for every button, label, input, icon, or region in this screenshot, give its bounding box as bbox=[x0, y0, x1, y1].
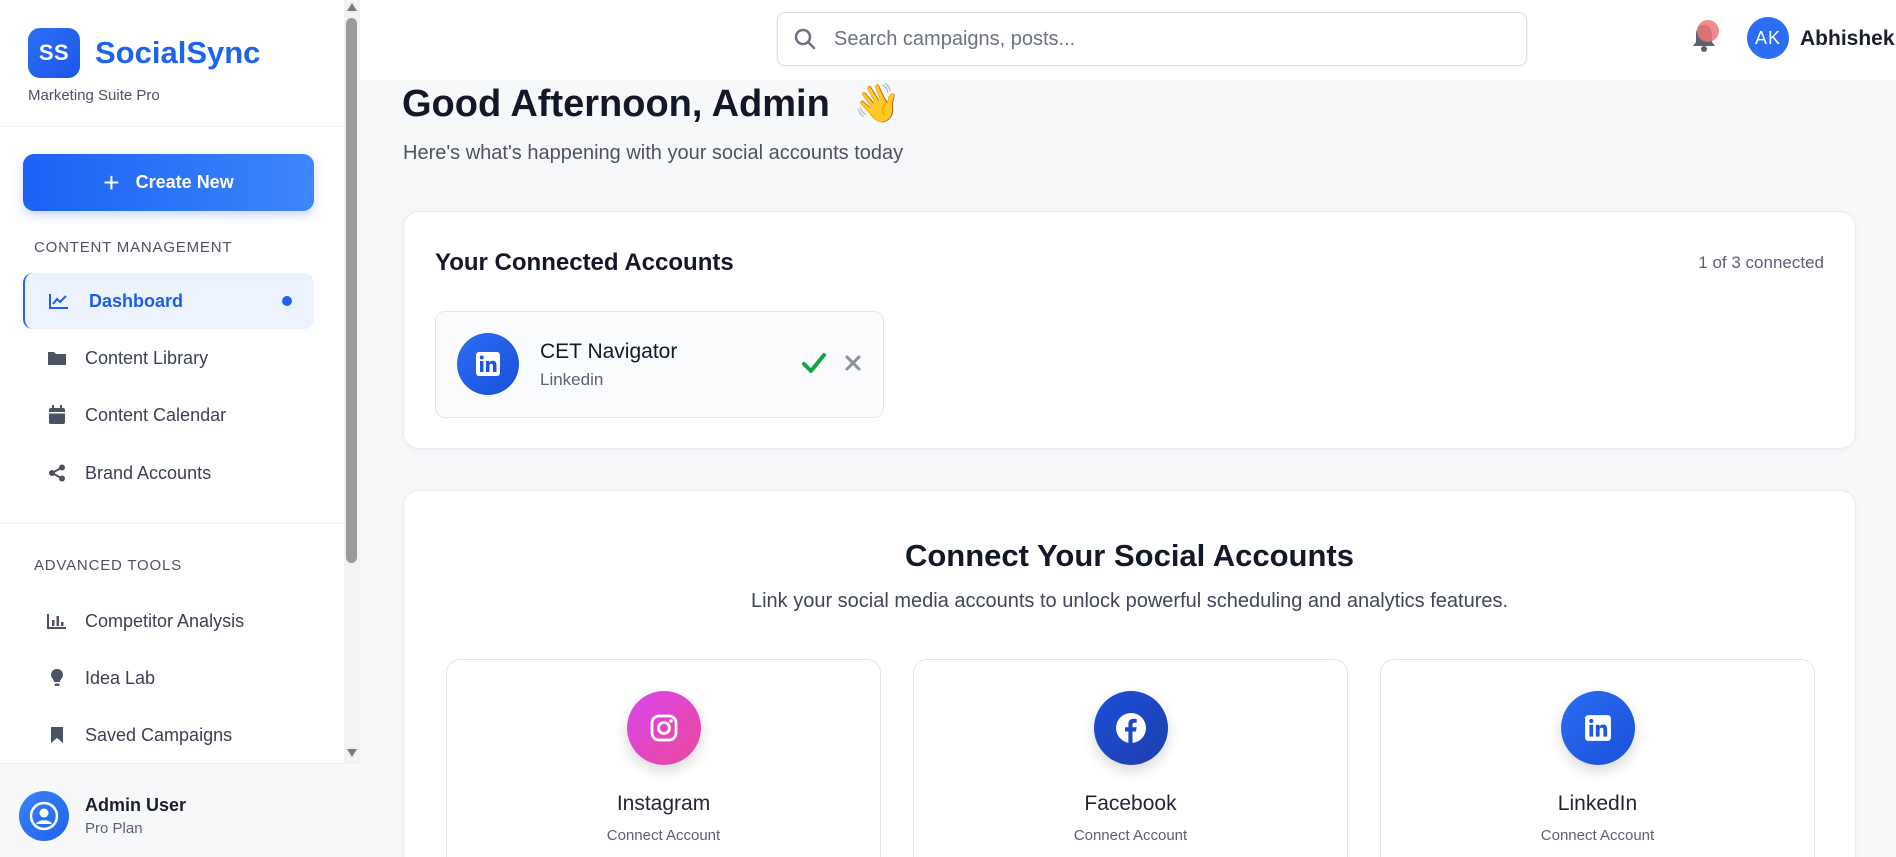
sidebar-scrollbar-thumb[interactable] bbox=[346, 18, 357, 563]
account-platform: Linkedin bbox=[540, 370, 604, 389]
sidebar-item-label: Competitor Analysis bbox=[85, 610, 245, 631]
connected-accounts-card: Your Connected Accounts 1 of 3 connected… bbox=[403, 211, 1856, 449]
sidebar-item-label: Content Calendar bbox=[85, 404, 227, 425]
brand-subtitle: Marketing Suite Pro bbox=[28, 87, 160, 104]
header-user-name[interactable]: Abhishek bbox=[1800, 27, 1895, 51]
platform-name: LinkedIn bbox=[1557, 792, 1638, 815]
sidebar-item-label: Idea Lab bbox=[85, 667, 156, 688]
brand-logo: SS bbox=[28, 28, 80, 78]
connected-count: 1 of 3 connected bbox=[1698, 253, 1824, 272]
sidebar-item-content-library[interactable]: Content Library bbox=[23, 330, 314, 386]
brand-name: SocialSync bbox=[95, 35, 261, 70]
connected-accounts-title: Your Connected Accounts bbox=[435, 249, 734, 276]
disconnect-close-icon[interactable] bbox=[844, 354, 862, 372]
platform-action: Connect Account bbox=[606, 827, 721, 844]
sidebar-item-idea-lab[interactable]: Idea Lab bbox=[23, 650, 314, 706]
active-indicator-dot bbox=[282, 296, 292, 306]
bookmark-icon bbox=[47, 725, 67, 745]
greeting-subtitle: Here's what's happening with your social… bbox=[403, 142, 904, 164]
sidebar-item-dashboard[interactable]: Dashboard bbox=[23, 273, 314, 329]
chart-line-icon bbox=[49, 291, 69, 311]
sidebar-item-content-calendar[interactable]: Content Calendar bbox=[23, 387, 314, 443]
section-label-advanced-tools: ADVANCED TOOLS bbox=[34, 557, 182, 574]
plus-icon: + bbox=[103, 166, 120, 198]
platform-name: Facebook bbox=[1084, 792, 1177, 815]
linkedin-icon bbox=[457, 333, 519, 395]
sidebar-user-footer[interactable]: Admin User Pro Plan bbox=[0, 763, 360, 857]
user-avatar-icon bbox=[19, 791, 69, 841]
user-name: Admin User bbox=[85, 795, 187, 815]
create-new-button[interactable]: + Create New bbox=[23, 154, 314, 211]
brand[interactable]: SS SocialSync bbox=[28, 28, 260, 78]
account-name: CET Navigator bbox=[540, 340, 678, 363]
platform-name: Instagram bbox=[616, 792, 711, 815]
facebook-icon bbox=[1094, 691, 1168, 765]
search-input[interactable] bbox=[834, 27, 1474, 51]
folder-icon bbox=[47, 348, 67, 368]
greeting-text: Good Afternoon, Admin bbox=[402, 82, 830, 125]
notification-badge bbox=[1697, 20, 1719, 42]
share-icon bbox=[47, 463, 67, 483]
header-avatar[interactable]: AK bbox=[1747, 17, 1789, 59]
sidebar-item-label: Brand Accounts bbox=[85, 462, 212, 483]
sidebar-item-saved-campaigns[interactable]: Saved Campaigns bbox=[23, 707, 314, 763]
connect-accounts-subtitle: Link your social media accounts to unloc… bbox=[750, 590, 1509, 612]
sidebar-item-label: Content Library bbox=[85, 347, 209, 368]
user-plan: Pro Plan bbox=[85, 820, 143, 837]
calendar-icon bbox=[47, 405, 67, 425]
sidebar-item-label: Dashboard bbox=[89, 290, 184, 311]
search-icon bbox=[794, 28, 816, 50]
section-label-content-management: CONTENT MANAGEMENT bbox=[34, 239, 233, 256]
sidebar-item-competitor-analysis[interactable]: Competitor Analysis bbox=[23, 593, 314, 649]
create-new-label: Create New bbox=[135, 172, 234, 192]
divider bbox=[0, 523, 344, 524]
platform-action: Connect Account bbox=[1540, 827, 1655, 844]
greeting-title: Good Afternoon, Admin 👋 bbox=[402, 82, 901, 126]
scroll-up-arrow-icon[interactable] bbox=[344, 2, 360, 14]
sidebar-item-label: Saved Campaigns bbox=[85, 724, 233, 745]
waving-hand-icon: 👋 bbox=[853, 83, 902, 125]
divider bbox=[0, 126, 344, 127]
connect-accounts-title: Connect Your Social Accounts bbox=[904, 538, 1354, 573]
connected-account-item[interactable]: CET Navigator Linkedin bbox=[435, 311, 884, 418]
instagram-icon bbox=[627, 691, 701, 765]
search-bar[interactable] bbox=[777, 12, 1527, 66]
connect-linkedin-card[interactable]: LinkedIn Connect Account bbox=[1380, 659, 1815, 857]
platform-action: Connect Account bbox=[1073, 827, 1188, 844]
sidebar: SS SocialSync Marketing Suite Pro + Crea… bbox=[0, 0, 344, 857]
connect-instagram-card[interactable]: Instagram Connect Account bbox=[446, 659, 881, 857]
sidebar-item-brand-accounts[interactable]: Brand Accounts bbox=[23, 445, 314, 501]
check-icon bbox=[802, 352, 826, 374]
lightbulb-icon bbox=[47, 668, 67, 688]
connect-accounts-card: Connect Your Social Accounts Link your s… bbox=[403, 490, 1856, 857]
linkedin-icon bbox=[1561, 691, 1635, 765]
bar-chart-icon bbox=[47, 611, 67, 631]
scroll-down-arrow-icon[interactable] bbox=[344, 748, 360, 760]
connect-facebook-card[interactable]: Facebook Connect Account bbox=[913, 659, 1348, 857]
